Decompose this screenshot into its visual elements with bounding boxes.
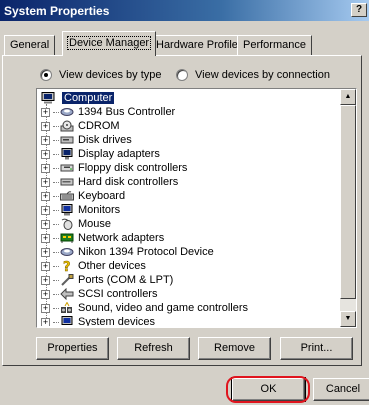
tree-item-scsi-controllers[interactable]: + SCSI controllers xyxy=(41,287,157,301)
tree-item-cdrom[interactable]: + CDROM xyxy=(41,119,120,133)
protocol-device-icon xyxy=(60,246,74,258)
device-tree[interactable]: Computer + 1394 Bus Controller + CDROM +… xyxy=(36,88,357,328)
expand-icon[interactable]: + xyxy=(41,275,50,285)
port-icon xyxy=(60,274,74,286)
view-by-type-label: View devices by type xyxy=(59,69,162,81)
tree-item-label: System devices xyxy=(78,316,156,326)
tree-item-ports[interactable]: + Ports (COM & LPT) xyxy=(41,273,173,287)
view-by-connection-label: View devices by connection xyxy=(195,69,330,81)
tree-item-keyboard[interactable]: + Keyboard xyxy=(41,189,125,203)
tree-item-label: Other devices xyxy=(78,260,146,272)
expand-icon[interactable]: + xyxy=(41,149,50,159)
monitor-icon xyxy=(60,204,74,216)
network-adapter-icon xyxy=(60,232,74,244)
remove-button[interactable]: Remove xyxy=(198,337,271,360)
tree-item-other-devices[interactable]: + ? Other devices xyxy=(41,259,146,273)
expand-icon[interactable]: + xyxy=(41,135,50,145)
svg-text:?: ? xyxy=(63,260,71,272)
tree-item-network-adapters[interactable]: + Network adapters xyxy=(41,231,164,245)
keyboard-icon xyxy=(60,190,74,202)
bus-controller-icon xyxy=(60,106,74,118)
expand-icon[interactable]: + xyxy=(41,121,50,131)
tree-item-label: Network adapters xyxy=(78,232,165,244)
cancel-button[interactable]: Cancel xyxy=(313,378,369,401)
expand-icon[interactable]: + xyxy=(41,107,50,117)
tab-general-label: General xyxy=(10,39,50,51)
tree-root-computer[interactable]: Computer xyxy=(41,91,115,105)
tree-item-label: Disk drives xyxy=(78,134,132,146)
refresh-button[interactable]: Refresh xyxy=(117,337,190,360)
ok-highlight-ring xyxy=(226,376,310,403)
tree-item-label: CDROM xyxy=(78,120,120,132)
tree-item-sound-video-game-controllers[interactable]: + Sound, video and game controllers xyxy=(41,301,248,315)
tree-item-floppy-disk-controllers[interactable]: + Floppy disk controllers xyxy=(41,161,187,175)
expand-icon[interactable]: + xyxy=(41,261,50,271)
tree-item-mouse[interactable]: + Mouse xyxy=(41,217,111,231)
expand-icon[interactable]: + xyxy=(41,177,50,187)
tree-item-system-devices[interactable]: + System devices xyxy=(41,315,155,326)
view-by-connection-radio[interactable] xyxy=(176,69,188,81)
view-by-type-option[interactable]: View devices by type xyxy=(40,68,162,82)
tree-item-disk-drives[interactable]: + Disk drives xyxy=(41,133,132,147)
title-bar: System Properties ? xyxy=(0,0,369,21)
tree-item-1394-bus-controller[interactable]: + 1394 Bus Controller xyxy=(41,105,175,119)
tab-performance[interactable]: Performance xyxy=(237,35,312,55)
tree-item-label: Keyboard xyxy=(78,190,126,202)
help-button[interactable]: ? xyxy=(351,3,367,17)
tree-item-hard-disk-controllers[interactable]: + Hard disk controllers xyxy=(41,175,178,189)
system-device-icon xyxy=(60,316,74,326)
display-adapter-icon xyxy=(60,148,74,160)
scroll-thumb[interactable] xyxy=(340,105,356,299)
expand-icon[interactable]: + xyxy=(41,317,50,326)
tab-general[interactable]: General xyxy=(4,35,56,55)
tree-root-label: Computer xyxy=(62,92,115,104)
system-properties-window: System Properties ? General Device Manag… xyxy=(0,0,369,405)
scroll-down-button[interactable]: ▼ xyxy=(340,311,356,327)
print-button[interactable]: Print... xyxy=(280,337,353,360)
view-by-type-radio[interactable] xyxy=(40,69,52,81)
floppy-controller-icon xyxy=(60,162,74,174)
tree-item-label: Hard disk controllers xyxy=(78,176,179,188)
tab-device-manager-label: Device Manager xyxy=(66,36,152,50)
scsi-controller-icon xyxy=(60,288,74,300)
view-by-connection-option[interactable]: View devices by connection xyxy=(176,68,330,82)
expand-icon[interactable]: + xyxy=(41,289,50,299)
tree-item-nikon-1394-protocol-device[interactable]: + Nikon 1394 Protocol Device xyxy=(41,245,214,259)
tree-scrollbar[interactable]: ▲ ▼ xyxy=(340,89,356,327)
scroll-up-button[interactable]: ▲ xyxy=(340,89,356,105)
cdrom-icon xyxy=(60,120,74,132)
tab-performance-label: Performance xyxy=(243,39,306,51)
tree-item-label: Sound, video and game controllers xyxy=(78,302,248,314)
expand-icon[interactable]: + xyxy=(41,219,50,229)
tree-item-label: Floppy disk controllers xyxy=(78,162,188,174)
expand-icon[interactable]: + xyxy=(41,163,50,173)
properties-button[interactable]: Properties xyxy=(36,337,109,360)
hard-disk-controller-icon xyxy=(60,176,74,188)
tree-item-label: Ports (COM & LPT) xyxy=(78,274,174,286)
tab-device-manager[interactable]: Device Manager xyxy=(62,31,157,56)
tree-item-label: SCSI controllers xyxy=(78,288,158,300)
expand-icon[interactable]: + xyxy=(41,191,50,201)
sound-controller-icon xyxy=(60,302,74,314)
expand-icon[interactable]: + xyxy=(41,205,50,215)
tree-item-label: 1394 Bus Controller xyxy=(78,106,176,118)
tree-item-monitors[interactable]: + Monitors xyxy=(41,203,120,217)
computer-icon xyxy=(41,92,55,104)
expand-icon[interactable]: + xyxy=(41,247,50,257)
window-title: System Properties xyxy=(4,4,110,18)
disk-drive-icon xyxy=(60,134,74,146)
tree-item-label: Mouse xyxy=(78,218,112,230)
tree-item-label: Display adapters xyxy=(78,148,160,160)
tree-item-display-adapters[interactable]: + Display adapters xyxy=(41,147,160,161)
question-mark-icon: ? xyxy=(60,260,74,272)
tree-item-label: Monitors xyxy=(78,204,121,216)
expand-icon[interactable]: + xyxy=(41,233,50,243)
tab-hardware-profiles-label: Hardware Profiles xyxy=(156,39,244,51)
tab-hardware-profiles[interactable]: Hardware Profiles xyxy=(150,35,250,55)
tree-item-label: Nikon 1394 Protocol Device xyxy=(78,246,214,258)
mouse-icon xyxy=(60,218,74,230)
expand-icon[interactable]: + xyxy=(41,303,50,313)
